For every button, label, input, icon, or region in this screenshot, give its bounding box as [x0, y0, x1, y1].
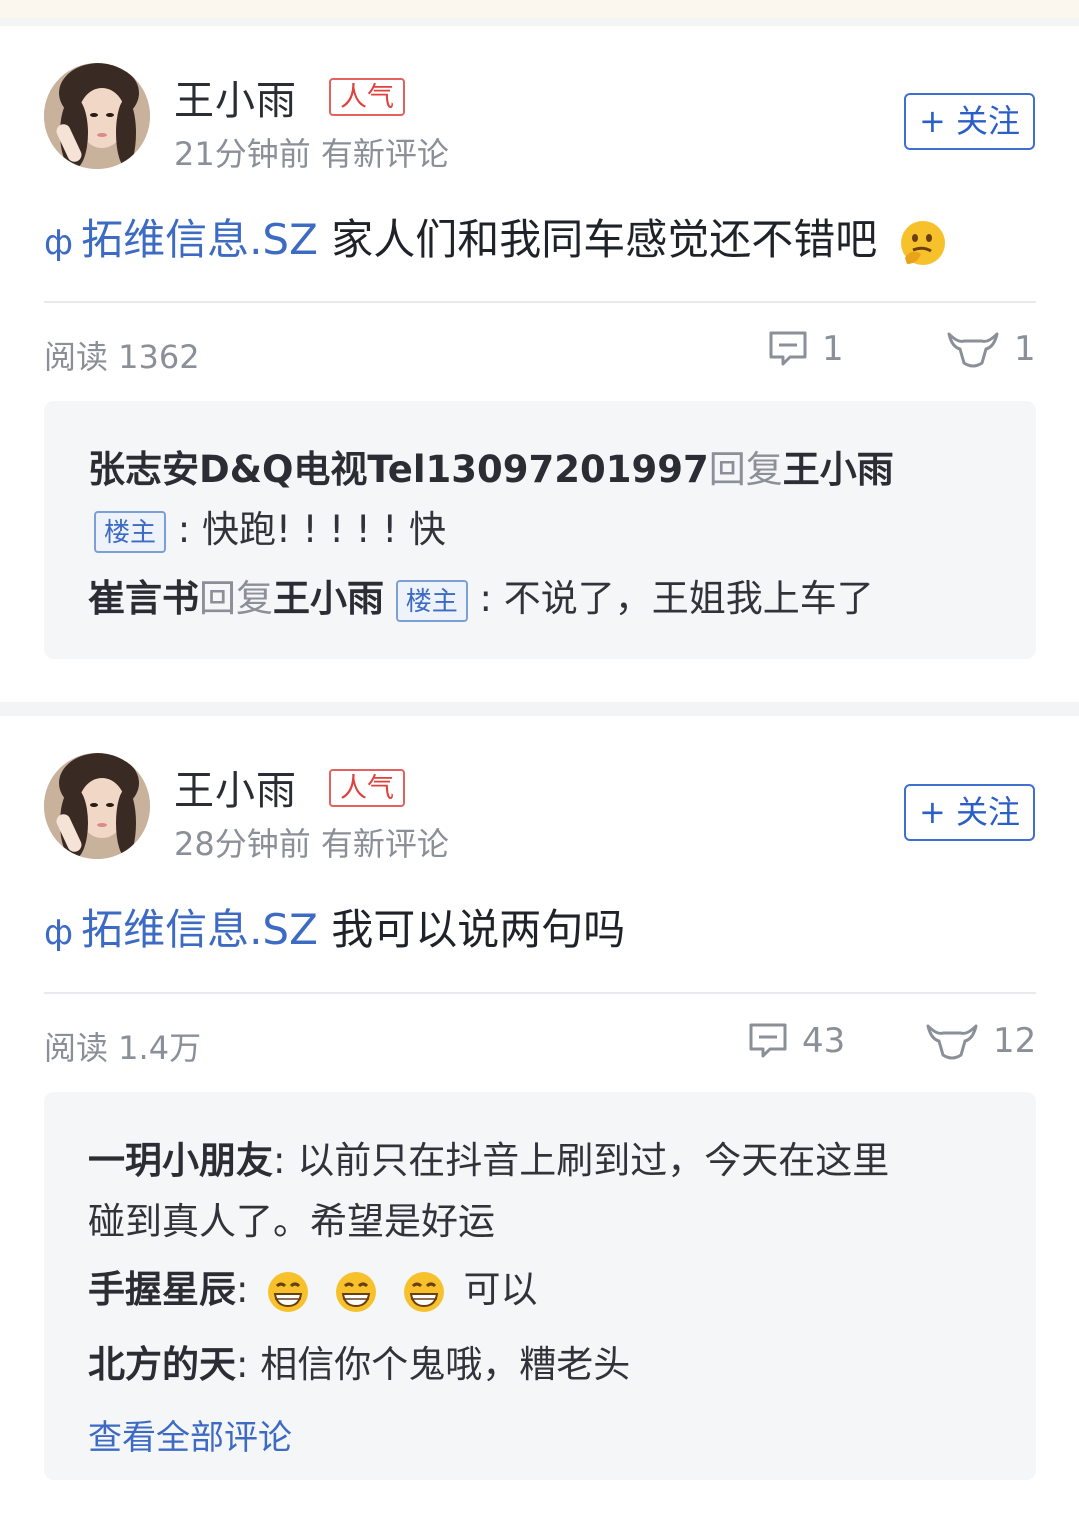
- comment-count: 1: [822, 329, 844, 369]
- divider: [44, 301, 1036, 303]
- op-tag: 楼主: [94, 510, 167, 553]
- avatar[interactable]: [44, 753, 150, 859]
- like-stat[interactable]: 12: [925, 1021, 1036, 1061]
- bull-icon: [926, 1024, 978, 1060]
- reply-item[interactable]: 北方的天: 相信你个鬼哦，糟老头: [88, 1334, 630, 1388]
- like-stat[interactable]: 1: [946, 329, 1036, 369]
- reply-label: 回复: [199, 577, 273, 620]
- thinking-face-icon: [900, 220, 945, 265]
- reply-author[interactable]: 手握星辰: [88, 1268, 236, 1311]
- reply-text: : 以前只在抖音上刷到过，今天在这里: [273, 1139, 890, 1182]
- reply-item[interactable]: 崔言书回复王小雨 楼主 : 不说了，王姐我上车了: [88, 568, 874, 622]
- comment-stat[interactable]: 43: [748, 1021, 845, 1061]
- reply-text: : 不说了，王姐我上车了: [479, 577, 874, 620]
- reply-text: 可以: [463, 1268, 538, 1311]
- comment-count: 43: [802, 1021, 846, 1061]
- reply-sep: :: [236, 1268, 249, 1311]
- avatar[interactable]: [44, 63, 150, 169]
- popular-badge: 人气: [329, 78, 405, 116]
- stock-icon: ф: [44, 223, 74, 263]
- post-text: 我可以说两句吗: [331, 905, 626, 954]
- view-all-comments-link[interactable]: 查看全部评论: [88, 1410, 292, 1459]
- comment-icon: [769, 331, 807, 366]
- stock-icon: ф: [44, 913, 74, 953]
- reply-author[interactable]: 一玥小朋友: [88, 1139, 273, 1182]
- post-card: 王小雨 人气 28分钟前 有新评论 + 关注 ф 拓维信息.SZ 我可以说两句吗 …: [0, 716, 1079, 1515]
- author-name[interactable]: 王小雨: [174, 68, 297, 126]
- like-count: 12: [993, 1021, 1037, 1061]
- stock-link[interactable]: 拓维信息.SZ: [81, 215, 318, 264]
- post-body: ф 拓维信息.SZ 我可以说两句吗: [44, 896, 625, 957]
- follow-button[interactable]: + 关注: [904, 93, 1035, 150]
- author-name[interactable]: 王小雨: [174, 758, 297, 816]
- read-count: 阅读 1362: [44, 338, 200, 376]
- reply-item[interactable]: 手握星辰: 可以: [88, 1259, 538, 1314]
- reply-target[interactable]: 王小雨: [783, 448, 894, 491]
- post-card: 王小雨 人气 21分钟前 有新评论 + 关注 ф 拓维信息.SZ 家人们和我同车感…: [0, 26, 1079, 702]
- grin-emoji-icon: [403, 1271, 444, 1312]
- divider: [44, 992, 1036, 994]
- follow-button[interactable]: + 关注: [904, 784, 1035, 841]
- reply-text: : 相信你个鬼哦，糟老头: [236, 1343, 631, 1386]
- post-text: 家人们和我同车感觉还不错吧: [331, 215, 878, 264]
- post-meta: 28分钟前 有新评论: [174, 825, 449, 863]
- reply-item[interactable]: 张志安D&Q电视Tel13097201997回复王小雨: [88, 439, 894, 493]
- bull-icon: [947, 332, 999, 368]
- reply-item-cont: 楼主 : 快跑! ! ! ! ! 快: [94, 499, 446, 553]
- top-band: [0, 0, 1079, 18]
- popular-badge: 人气: [329, 769, 405, 807]
- like-count: 1: [1014, 329, 1036, 369]
- reply-text: : 快跑! ! ! ! ! 快: [177, 508, 446, 551]
- comment-icon: [749, 1023, 787, 1058]
- post-meta: 21分钟前 有新评论: [174, 135, 449, 173]
- comment-stat[interactable]: 1: [768, 329, 844, 369]
- op-tag: 楼主: [395, 579, 468, 622]
- reply-box: 张志安D&Q电视Tel13097201997回复王小雨 楼主 : 快跑! ! !…: [44, 401, 1036, 659]
- reply-author[interactable]: 崔言书: [88, 577, 199, 620]
- read-count: 阅读 1.4万: [44, 1029, 202, 1067]
- stock-link[interactable]: 拓维信息.SZ: [81, 905, 318, 954]
- reply-target[interactable]: 王小雨: [273, 577, 384, 620]
- reply-text-cont: 碰到真人了。希望是好运: [88, 1200, 495, 1243]
- grin-emoji-icon: [268, 1271, 309, 1312]
- reply-author[interactable]: 张志安D&Q电视Tel13097201997: [88, 448, 709, 491]
- reply-author[interactable]: 北方的天: [88, 1343, 236, 1386]
- grin-emoji-icon: [336, 1271, 376, 1312]
- reply-item[interactable]: 一玥小朋友: 以前只在抖音上刷到过，今天在这里: [88, 1130, 889, 1184]
- reply-label: 回复: [708, 448, 783, 491]
- post-body: ф 拓维信息.SZ 家人们和我同车感觉还不错吧: [44, 206, 953, 268]
